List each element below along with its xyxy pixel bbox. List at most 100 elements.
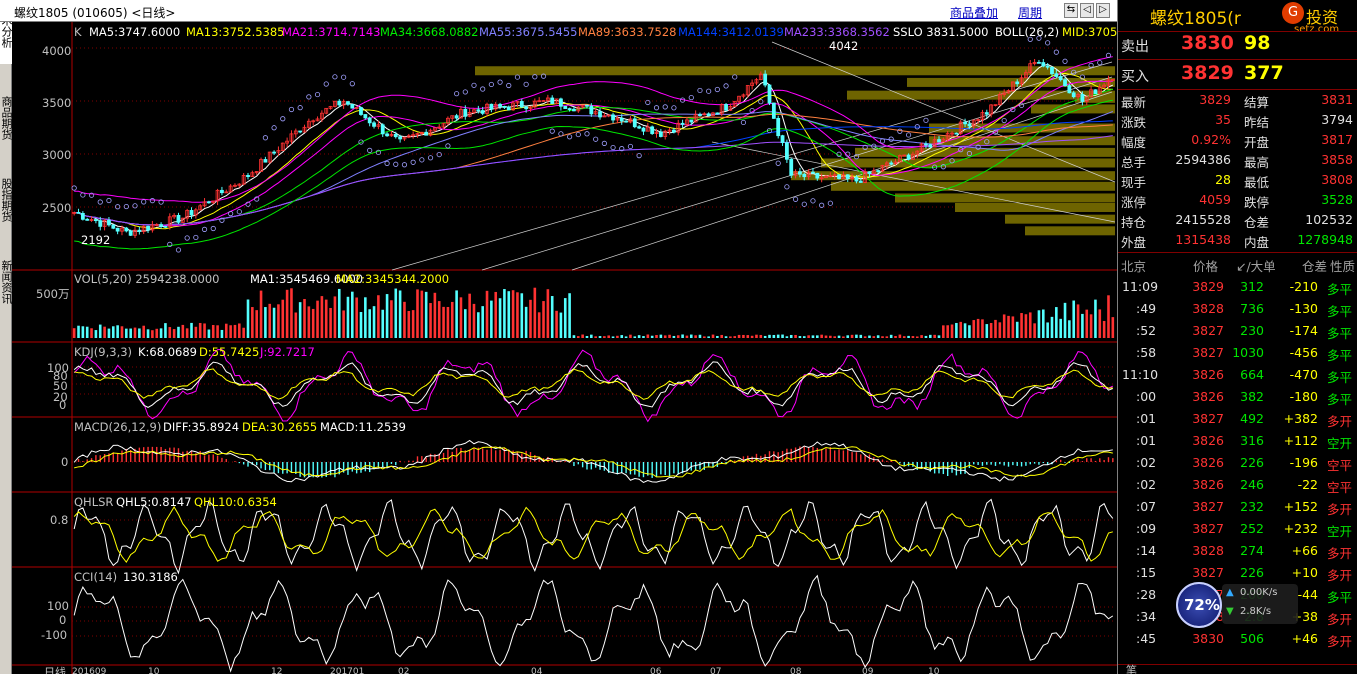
volume-bar [642,336,645,338]
sslo-label: SSLO 3831.5000 [893,25,989,39]
tick-row[interactable]: :14 3828 274 +66 多开 [1118,540,1357,562]
tick-price: 3828 [1192,543,1224,558]
volume-bar [755,334,758,338]
candle-body [480,110,485,114]
volume-bar [294,312,298,338]
tick-row[interactable]: :07 3827 232 +152 多开 [1118,496,1357,518]
volume-bar [490,300,493,338]
tick-row[interactable]: :45 3830 506 +46 多开 [1118,628,1357,650]
tick-nature: 多平 [1327,304,1353,319]
volume-bar [1094,299,1097,338]
period-link[interactable]: 周期 [1018,4,1042,21]
tick-nature: 多开 [1327,634,1353,649]
candle-body [502,106,507,108]
tick-volume: 246 [1240,477,1264,492]
vtab-index-futures[interactable]: 股指期货 [0,178,13,238]
vtab-news[interactable]: 新闻资讯 [0,260,13,320]
volume-bar [585,336,589,338]
tick-row[interactable]: :02 3826 226 -196 空平 [1118,452,1357,474]
vtab-commodity[interactable]: 商品期货 [0,96,13,156]
candle-body [771,102,776,119]
ma144-label: MA144:3412.0139 [678,25,784,39]
next-icon[interactable]: ▷ [1096,3,1110,18]
tick-price: 3829 [1192,279,1224,294]
tick-price: 3826 [1192,433,1224,448]
volume-bar [1011,316,1015,338]
volume-bar [568,293,571,338]
tick-price: 3830 [1192,631,1224,646]
volume-bar [629,334,632,338]
tick-row[interactable]: :00 3826 382 -180 多平 [1118,386,1357,408]
volume-bar [998,322,1002,338]
candle-body [298,130,303,133]
tick-row[interactable]: :49 3828 736 -130 多平 [1118,298,1357,320]
candle-body [680,122,685,125]
candle-body [619,117,624,122]
volume-bar [111,326,115,338]
overlay-commodity-link[interactable]: 商品叠加 [950,4,998,21]
volume-bar [950,324,954,338]
candle-body [498,103,502,107]
candle-body [650,126,655,134]
speed-gauge-icon[interactable]: 72% [1176,582,1222,628]
volume-bar [342,310,345,338]
prev-icon[interactable]: ◁ [1080,3,1094,18]
volume-bar [811,335,815,338]
volume-bar [155,328,159,338]
tick-time: :34 [1136,609,1157,624]
volume-bar [159,328,163,338]
volume-bar [833,336,836,338]
candle-body [858,180,863,183]
volume-bar [125,328,128,338]
chart-title: 螺纹1805 (010605) <日线> [14,6,176,20]
candle-body [637,126,642,129]
candle-body [1015,81,1020,85]
tick-row[interactable]: :52 3827 230 -174 多平 [1118,320,1357,342]
stat-label: 持仓 [1121,215,1147,230]
candle-body [1071,92,1076,98]
stat-value: 2594386 [1175,152,1231,167]
candle-body [476,109,481,112]
stat-label: 结算 [1244,95,1270,110]
tick-nature: 多开 [1327,414,1353,429]
high-marker: 4042 [829,39,859,53]
price-tick: 4000 [42,44,72,58]
tick-row[interactable]: :09 3827 252 +232 空开 [1118,518,1357,540]
tick-oi-change: +112 [1283,433,1318,448]
stat-label: 涨停 [1121,195,1147,210]
volume-bar [724,336,728,338]
candle-body [380,124,385,135]
volume-bar [594,336,597,338]
tick-row[interactable]: :58 3827 1030 -456 多平 [1118,342,1357,364]
volume-bar [337,288,341,338]
tick-row[interactable]: 11:09 3829 312 -210 多平 [1118,276,1357,298]
volume-bar [1063,302,1067,338]
stat-label: 最高 [1244,155,1270,170]
volume-bar [229,325,232,338]
volume-bar [1111,317,1115,338]
volume-bar [1020,313,1023,338]
tick-row[interactable]: 11:10 3826 664 -470 多平 [1118,364,1357,386]
tick-row[interactable]: :01 3826 316 +112 空开 [1118,430,1357,452]
tick-row[interactable]: :02 3826 246 -22 空平 [1118,474,1357,496]
candle-body [837,174,841,180]
volume-bar [164,323,167,338]
volume-bar [859,334,863,338]
candle-body [876,170,881,172]
volume-bar [794,334,797,338]
price-tick: 2500 [42,201,72,215]
tick-row[interactable]: :01 3827 492 +382 多开 [1118,408,1357,430]
volume-bar [1046,322,1049,338]
swap-icon[interactable]: ⇆ [1064,3,1078,18]
tick-oi-change: +46 [1291,631,1318,646]
candle-body [107,220,111,226]
tick-time: :02 [1136,455,1157,470]
sell-volume: 98 [1244,32,1271,54]
volume-bar [807,335,810,338]
tick-row[interactable]: :15 3827 226 +10 多开 [1118,562,1357,584]
volume-bar [955,322,958,338]
candle-body [506,106,511,111]
tick-volume: 506 [1240,631,1264,646]
tick-oi-change: -456 [1289,345,1318,360]
candle-body [189,210,194,216]
